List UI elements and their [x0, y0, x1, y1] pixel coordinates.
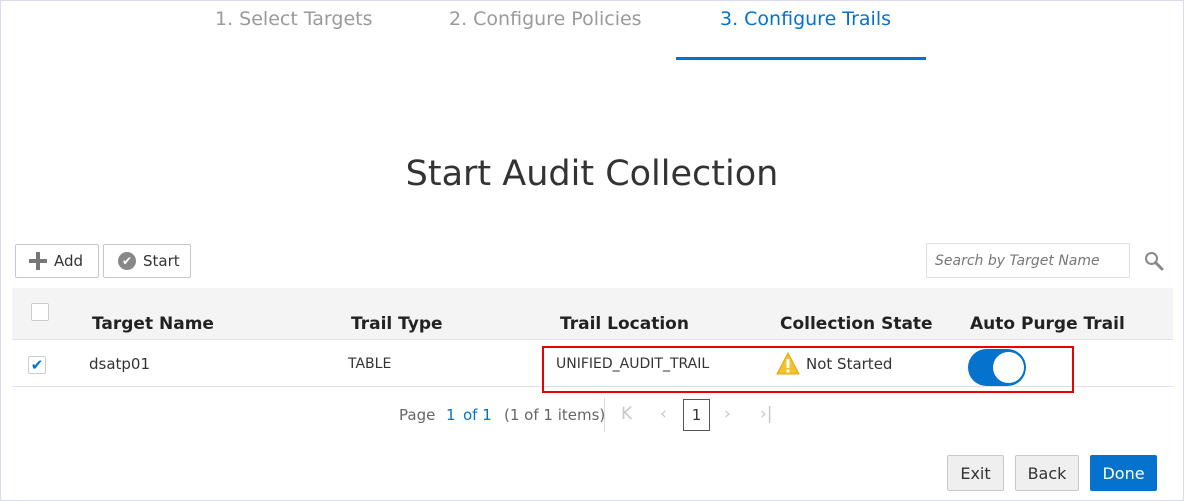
- column-target-name[interactable]: Target Name: [92, 314, 214, 334]
- column-auto-purge-trail[interactable]: Auto Purge Trail: [970, 314, 1125, 334]
- page-count: of 1: [463, 406, 492, 424]
- first-page-icon[interactable]: K: [621, 404, 632, 424]
- last-page-icon[interactable]: ›|: [760, 404, 773, 424]
- add-label: Add: [54, 252, 84, 270]
- highlight-box: [542, 346, 1074, 393]
- start-button[interactable]: ✔ Start: [103, 244, 191, 278]
- items-count: (1 of 1 items): [504, 406, 606, 424]
- back-button[interactable]: Back: [1015, 455, 1079, 491]
- column-trail-type[interactable]: Trail Type: [351, 314, 443, 334]
- page-button-1[interactable]: 1: [683, 399, 710, 431]
- start-label: Start: [143, 252, 180, 270]
- search-input[interactable]: [926, 243, 1130, 278]
- row-checkbox[interactable]: ✔: [28, 356, 46, 374]
- cell-target-name: dsatp01: [89, 355, 151, 373]
- page-title: Start Audit Collection: [405, 154, 779, 194]
- previous-page-icon[interactable]: ‹: [660, 404, 667, 424]
- add-button[interactable]: Add: [15, 244, 99, 278]
- train-step-configure-policies[interactable]: 2. Configure Policies: [449, 8, 642, 30]
- train-step-configure-trails[interactable]: 3. Configure Trails: [720, 8, 891, 30]
- select-all-checkbox[interactable]: [31, 303, 49, 321]
- cell-trail-type: TABLE: [348, 356, 392, 372]
- next-page-icon[interactable]: ›: [724, 404, 731, 424]
- check-circle-icon: ✔: [118, 252, 136, 270]
- pagination-divider: [604, 398, 605, 432]
- column-trail-location[interactable]: Trail Location: [560, 314, 689, 334]
- page-number[interactable]: 1: [446, 406, 456, 424]
- search-icon[interactable]: [1144, 251, 1164, 271]
- exit-button[interactable]: Exit: [947, 455, 1004, 491]
- page-label: Page: [399, 406, 436, 424]
- done-button[interactable]: Done: [1090, 455, 1157, 491]
- train-step-select-targets[interactable]: 1. Select Targets: [215, 8, 373, 30]
- column-collection-state[interactable]: Collection State: [780, 314, 933, 334]
- active-step-indicator: [676, 57, 926, 60]
- plus-icon: [29, 252, 47, 270]
